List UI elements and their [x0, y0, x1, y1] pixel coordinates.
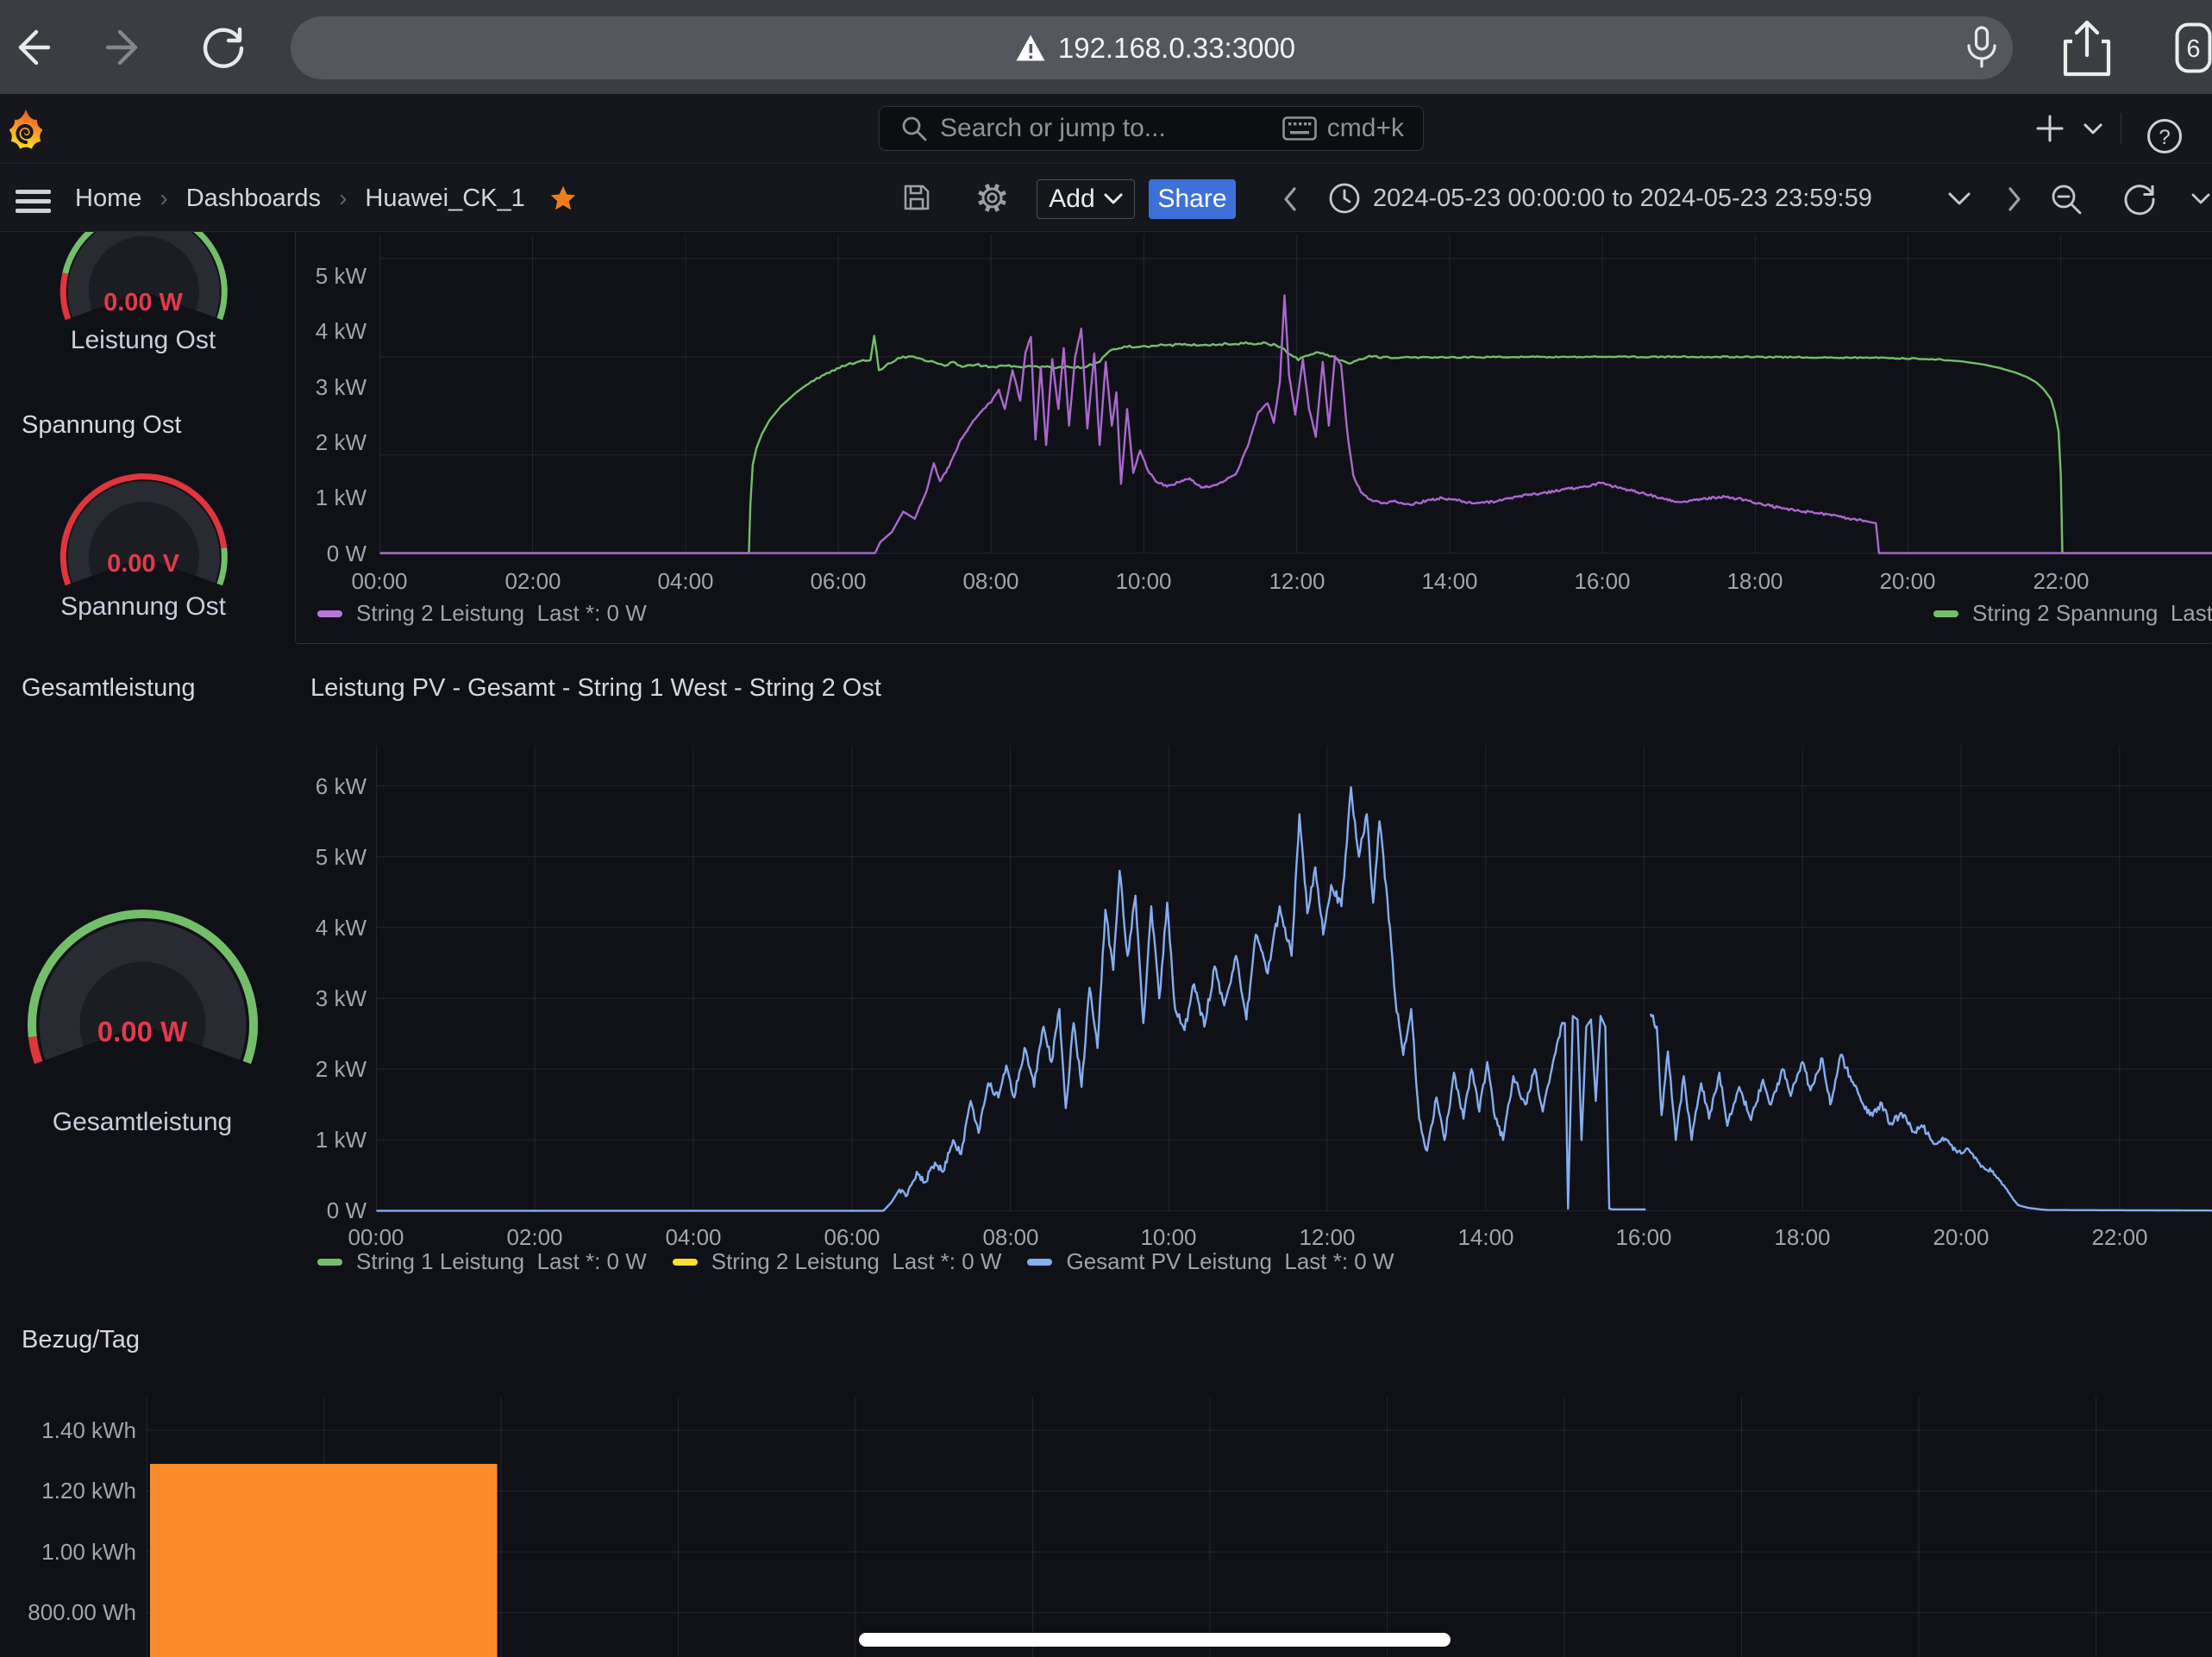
svg-text:?: ?: [2159, 126, 2170, 149]
svg-text:6: 6: [2186, 35, 2200, 63]
